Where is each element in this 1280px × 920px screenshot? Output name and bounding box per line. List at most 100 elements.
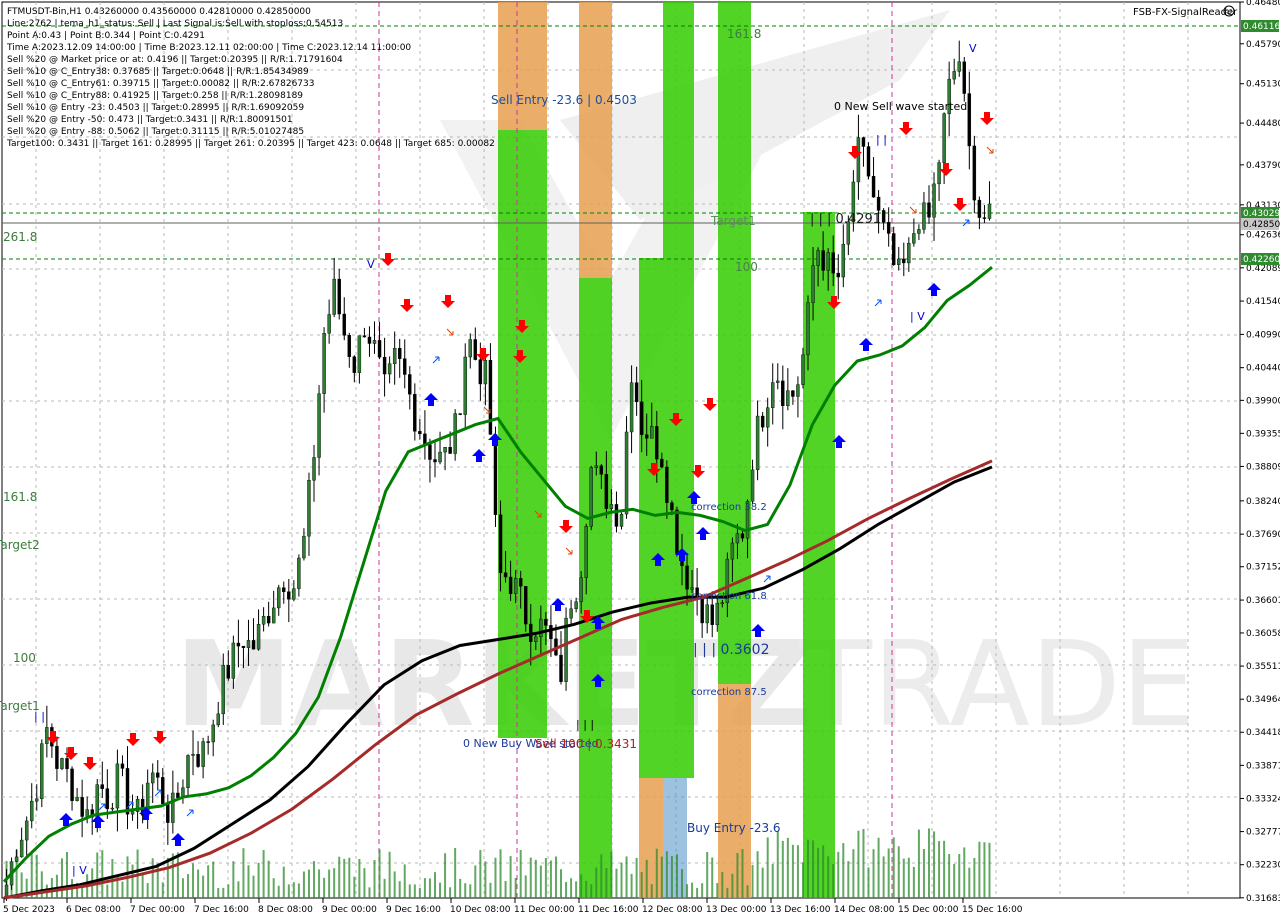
candle: [115, 763, 120, 809]
candle: [942, 113, 946, 163]
volume-bar: [197, 869, 200, 898]
volume-bar: [791, 844, 794, 898]
volume-bar: [887, 848, 890, 898]
volume-bar: [549, 860, 552, 898]
volume-bar: [131, 864, 134, 898]
level-100-mid-label: 100: [735, 260, 758, 274]
volume-bar: [751, 864, 754, 898]
candle: [534, 636, 538, 642]
volume-bar: [428, 878, 431, 898]
candle: [579, 577, 583, 602]
volume-bar: [897, 846, 900, 898]
volume-bar: [186, 874, 189, 898]
info-line-0: Line:2762 | tema_h1_status: Sell | Last …: [7, 19, 343, 29]
candle: [685, 565, 689, 590]
volume-bar: [449, 887, 452, 898]
volume-bar: [176, 852, 179, 898]
candle: [271, 607, 276, 624]
candle: [902, 258, 906, 264]
candle: [634, 382, 639, 403]
volume-bar: [378, 849, 381, 898]
candle: [241, 645, 246, 648]
x-tick-label: 7 Dec 16:00: [194, 905, 249, 915]
volume-bar: [600, 854, 603, 898]
candle: [866, 146, 871, 177]
left-1618-label: 161.8: [3, 490, 37, 504]
candle: [382, 356, 387, 375]
volume-bar: [877, 837, 880, 898]
sell-100-label: Sell 100 | 0.3431: [535, 737, 637, 751]
candle: [60, 758, 64, 769]
candle: [120, 763, 125, 769]
sell-entry-label: Sell Entry -23.6 | 0.4503: [491, 93, 637, 107]
y-tick-label: 0.32230: [1246, 861, 1280, 871]
x-tick-label: 9 Dec 00:00: [322, 905, 377, 915]
volume-bar: [524, 875, 527, 898]
volume-bar: [302, 871, 305, 898]
candle: [302, 535, 306, 559]
bars-marker-3: | V: [910, 310, 925, 323]
candle: [907, 242, 911, 264]
volume-bar: [625, 856, 628, 898]
volume-bar: [761, 867, 764, 898]
watermark-left: MARKETZ: [175, 615, 813, 753]
volume-bar: [534, 859, 537, 898]
candle: [524, 586, 528, 625]
candle: [937, 162, 941, 185]
candle: [897, 258, 901, 265]
volume-bar: [554, 856, 557, 898]
volume-bar: [610, 851, 613, 898]
candle: [710, 604, 714, 625]
candle: [619, 513, 624, 527]
candle: [488, 359, 493, 435]
y-tick-label: 0.37152: [1246, 563, 1280, 573]
y-tick-label: 0.37690: [1246, 530, 1280, 540]
candle: [675, 509, 679, 554]
candle: [740, 533, 745, 539]
candle: [624, 431, 629, 515]
candle: [392, 348, 397, 364]
volume-bar: [297, 883, 300, 898]
candle: [660, 458, 664, 468]
volume-bar: [408, 884, 411, 898]
volume-bar: [716, 883, 719, 898]
volume-bar: [776, 830, 779, 898]
candle: [24, 820, 29, 841]
candle: [468, 339, 472, 358]
candle: [811, 265, 815, 303]
volume-bar: [978, 841, 981, 898]
volume-bar: [862, 829, 865, 898]
volume-bar: [307, 869, 310, 898]
volume-bar: [287, 884, 290, 898]
candle: [287, 591, 291, 600]
lower-level-tag: 0.42260: [1243, 255, 1280, 265]
volume-bar: [81, 886, 84, 898]
x-tick-label: 15 Dec 16:00: [962, 905, 1023, 915]
chart-canvas[interactable]: MARKETZ TRADE Sell Entry -23.6 | 0.4503 …: [0, 0, 1280, 920]
volume-bar: [464, 883, 467, 898]
volume-bar: [650, 884, 653, 898]
volume-bar: [146, 883, 149, 898]
point-marker-v-2: V: [969, 42, 977, 55]
volume-bar: [166, 857, 169, 898]
volume-bar: [907, 857, 910, 898]
level-161-top-label: 161.8: [727, 27, 761, 41]
candle: [161, 777, 165, 804]
info-line-8: Sell %20 @ Entry -50: 0.473 || Target:0.…: [7, 115, 293, 125]
candle: [171, 792, 175, 823]
candle: [423, 433, 427, 445]
volume-bar: [948, 854, 951, 898]
x-tick-label: 13 Dec 16:00: [770, 905, 831, 915]
volume-bar: [968, 867, 971, 898]
candle: [876, 196, 881, 211]
volume-bar: [902, 858, 905, 898]
volume-bar: [963, 847, 966, 898]
candle: [549, 625, 553, 640]
x-tick-label: 13 Dec 00:00: [706, 905, 767, 915]
candle: [196, 754, 200, 767]
candle: [927, 202, 931, 218]
volume-bar: [267, 860, 270, 898]
info-line-5: Sell %10 @ C_Entry61: 0.39715 || Target:…: [7, 79, 315, 89]
x-tick-label: 7 Dec 00:00: [130, 905, 185, 915]
volume-bar: [696, 887, 699, 898]
